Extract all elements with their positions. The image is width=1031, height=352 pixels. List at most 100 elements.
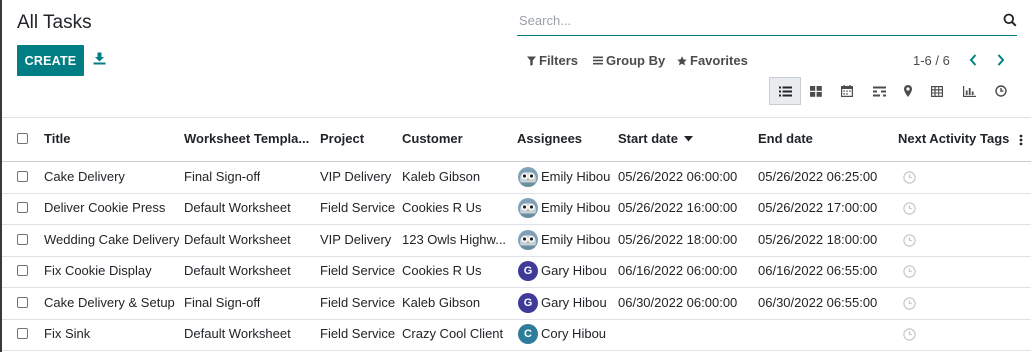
cell-assignee: Emily Hibou <box>541 200 611 216</box>
column-header-project[interactable]: Project <box>320 131 364 146</box>
optional-columns-icon[interactable] <box>1019 133 1023 151</box>
column-header-title[interactable]: Title <box>44 131 71 146</box>
select-all-checkbox[interactable] <box>17 133 28 144</box>
gantt-view-icon <box>872 86 886 96</box>
favorites-label: Favorites <box>690 53 748 68</box>
cell-worksheet-template: Default Worksheet <box>184 231 291 247</box>
activity-clock-icon[interactable] <box>903 171 916 189</box>
row-divider <box>2 224 1031 225</box>
cell-project: Field Service <box>320 263 396 279</box>
cell-title: Fix Cookie Display <box>44 263 152 279</box>
row-divider <box>2 319 1031 320</box>
cell-customer: Cookies R Us <box>402 200 482 216</box>
cell-assignee: Gary Hibou <box>541 294 607 310</box>
cell-title: Fix Sink <box>44 326 91 342</box>
download-icon[interactable] <box>93 52 106 70</box>
row-checkbox[interactable] <box>17 296 28 308</box>
activity-clock-icon[interactable] <box>903 328 916 346</box>
graph-view-button[interactable] <box>959 77 979 105</box>
kanban-view-icon <box>810 85 822 97</box>
page-title: All Tasks <box>17 12 92 33</box>
list-view-button[interactable] <box>769 77 801 105</box>
group-by-label: Group By <box>606 53 666 68</box>
cell-worksheet-template: Default Worksheet <box>184 200 291 216</box>
cell-project: Field Service <box>320 294 396 310</box>
column-header-next-activity[interactable]: Next Activity <box>898 131 976 146</box>
cell-project: Field Service <box>320 326 396 342</box>
calendar-view-icon <box>841 85 853 97</box>
row-checkbox[interactable] <box>17 233 28 245</box>
cell-worksheet-template: Final Sign-off <box>184 168 261 184</box>
row-divider <box>2 350 1031 351</box>
cell-title: Cake Delivery & Setup <box>44 294 175 310</box>
cell-start-date: 06/16/2022 06:00:00 <box>618 263 738 279</box>
calendar-view-button[interactable] <box>837 77 857 105</box>
chevron-left-icon[interactable] <box>968 53 978 72</box>
cell-end-date: 05/26/2022 17:00:00 <box>758 200 878 216</box>
cell-end-date: 06/16/2022 06:55:00 <box>758 263 878 279</box>
cell-title: Wedding Cake Delivery <box>44 231 179 247</box>
cell-start-date: 06/30/2022 06:00:00 <box>618 294 738 310</box>
cell-assignee: Emily Hibou <box>541 168 611 184</box>
cell-customer: Cookies R Us <box>402 263 482 279</box>
activity-clock-icon[interactable] <box>903 297 916 315</box>
filters-label: Filters <box>539 53 579 68</box>
cell-customer: 123 Owls Highw... <box>402 231 507 247</box>
cell-start-date: 05/26/2022 18:00:00 <box>618 231 738 247</box>
cell-assignee: Emily Hibou <box>541 231 611 247</box>
cell-worksheet-template: Final Sign-off <box>184 294 261 310</box>
chevron-right-icon[interactable] <box>996 53 1006 72</box>
row-checkbox[interactable] <box>17 265 28 277</box>
row-checkbox[interactable] <box>17 170 28 182</box>
left-border <box>0 0 2 352</box>
cell-worksheet-template: Default Worksheet <box>184 326 291 342</box>
column-header-customer[interactable]: Customer <box>402 131 463 146</box>
group-by-button[interactable]: Group By <box>593 53 665 68</box>
avatar <box>518 229 538 250</box>
pivot-view-button[interactable] <box>927 77 947 105</box>
star-icon <box>677 55 687 65</box>
column-header-start-date[interactable]: Start date <box>618 131 693 146</box>
cell-project: VIP Delivery <box>320 168 392 184</box>
header-bottom-border <box>2 161 1031 162</box>
table-top-border <box>2 117 1031 118</box>
cell-end-date: 06/30/2022 06:55:00 <box>758 294 878 310</box>
activity-view-button[interactable] <box>991 77 1011 105</box>
bar-chart-icon <box>962 85 976 97</box>
column-header-assignees[interactable]: Assignees <box>517 131 582 146</box>
activity-clock-icon[interactable] <box>903 234 916 252</box>
sort-descending-icon <box>683 135 693 141</box>
cell-project: Field Service <box>320 200 396 216</box>
clock-icon <box>995 85 1007 97</box>
row-checkbox[interactable] <box>17 202 28 214</box>
filter-icon <box>527 56 536 66</box>
cell-start-date: 05/26/2022 16:00:00 <box>618 200 738 216</box>
avatar: C <box>518 324 538 345</box>
activity-clock-icon[interactable] <box>903 202 916 220</box>
avatar: G <box>518 261 538 282</box>
cell-customer: Kaleb Gibson <box>402 294 481 310</box>
row-checkbox[interactable] <box>17 328 28 340</box>
gantt-view-button[interactable] <box>869 77 889 105</box>
cell-assignee: Cory Hibou <box>541 326 607 342</box>
cell-customer: Crazy Cool Client <box>402 326 504 342</box>
search-input[interactable] <box>517 8 989 32</box>
activity-clock-icon[interactable] <box>903 265 916 283</box>
search-bar[interactable] <box>517 8 1017 36</box>
pager-value[interactable]: 1-6 / 6 <box>913 53 950 68</box>
avatar <box>518 198 538 219</box>
avatar <box>518 166 538 187</box>
cell-end-date: 05/26/2022 06:25:00 <box>758 168 878 184</box>
map-view-button[interactable] <box>900 77 916 105</box>
column-header-worksheet-template[interactable]: Worksheet Templa... <box>184 131 309 146</box>
avatar: G <box>518 292 538 313</box>
favorites-button[interactable]: Favorites <box>677 53 748 68</box>
search-icon[interactable] <box>1003 13 1017 32</box>
filters-button[interactable]: Filters <box>527 53 578 68</box>
kanban-view-button[interactable] <box>806 77 826 105</box>
create-button[interactable]: CREATE <box>17 45 84 76</box>
row-divider <box>2 256 1031 257</box>
column-header-tags[interactable]: Tags <box>980 131 1009 146</box>
column-header-end-date[interactable]: End date <box>758 131 813 146</box>
pivot-view-icon <box>931 85 943 97</box>
